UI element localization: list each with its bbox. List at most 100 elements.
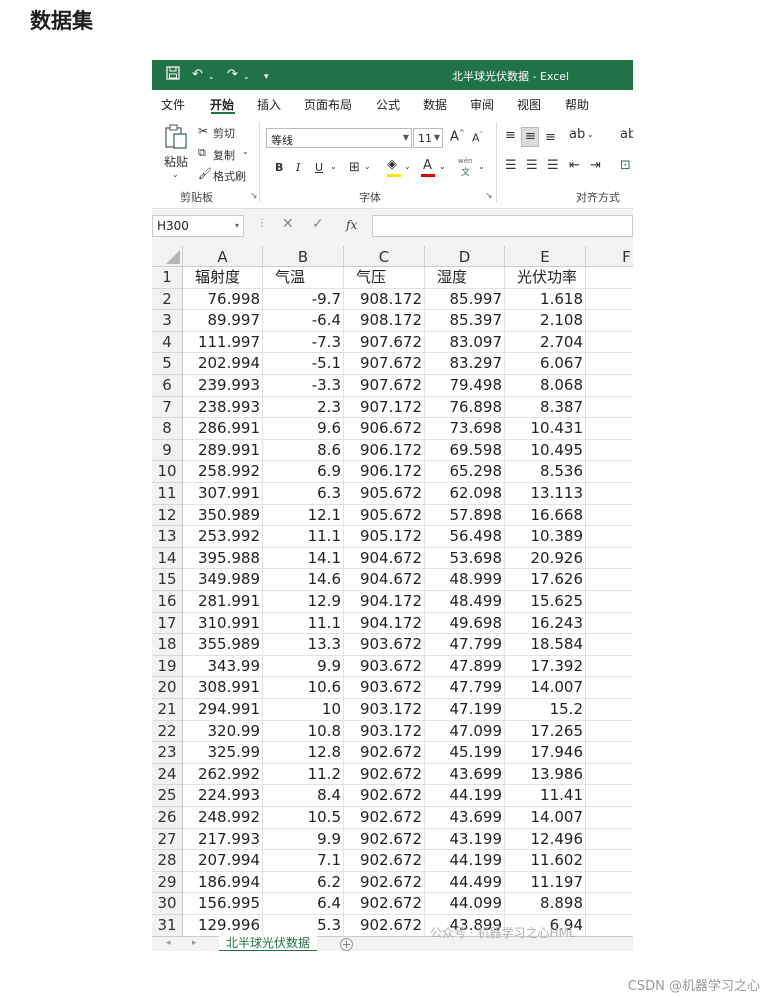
cell[interactable]: 343.99 (183, 655, 263, 678)
cell[interactable]: 73.698 (425, 418, 505, 440)
row-header[interactable]: 4 (152, 331, 183, 354)
cell[interactable]: 65.298 (425, 461, 505, 483)
column-header-b[interactable]: B (263, 246, 344, 267)
cell[interactable]: 294.991 (183, 699, 263, 721)
cell[interactable]: 6.4 (263, 893, 344, 915)
cell[interactable]: 6.067 (505, 353, 586, 375)
cell[interactable]: 5.3 (263, 915, 344, 936)
cell[interactable]: 13.986 (505, 763, 586, 786)
cell[interactable]: 14.007 (505, 677, 586, 699)
cell[interactable] (586, 829, 633, 851)
header-cell[interactable]: 气温 (263, 267, 344, 289)
cell[interactable]: 903.672 (344, 677, 425, 699)
italic-button[interactable]: I (296, 161, 300, 174)
align-left-icon[interactable]: ☰ (505, 158, 517, 173)
phonetic-dropdown-icon[interactable]: ⌄ (478, 162, 485, 171)
cell[interactable]: 8.387 (505, 396, 586, 419)
cell[interactable]: 10 (263, 699, 344, 721)
spreadsheet-grid[interactable]: A B C D E F 1 辐射度 气温 气压 湿度 光伏功率 2 76.998 -9.7 908… (152, 246, 633, 936)
bold-button[interactable]: B (275, 161, 283, 174)
row-header[interactable]: 8 (152, 418, 183, 440)
paste-dropdown-icon[interactable]: ⌄ (172, 170, 179, 179)
tab-home[interactable]: 开始 (210, 96, 234, 113)
cell[interactable]: 395.988 (183, 547, 263, 570)
cell[interactable] (586, 418, 633, 440)
grow-font-button[interactable]: A^ (450, 129, 465, 144)
cell[interactable]: 8.068 (505, 375, 586, 397)
cell[interactable]: 10.389 (505, 526, 586, 548)
cancel-entry-icon[interactable]: ✕ (282, 216, 294, 232)
cell[interactable]: 14.6 (263, 569, 344, 591)
decrease-indent-icon[interactable]: ⇤ (569, 158, 580, 173)
cell[interactable]: 43.699 (425, 807, 505, 829)
font-size-select[interactable]: 11 ▼ (413, 128, 443, 148)
name-box[interactable]: H300 ▾ (152, 215, 244, 237)
cell[interactable] (586, 677, 633, 699)
cell[interactable]: 69.598 (425, 439, 505, 462)
row-header[interactable]: 5 (152, 353, 183, 375)
row-header[interactable]: 10 (152, 461, 183, 483)
row-header[interactable]: 17 (152, 612, 183, 635)
formula-input[interactable] (372, 215, 633, 237)
row-header[interactable]: 11 (152, 483, 183, 505)
cell[interactable]: 11.2 (263, 763, 344, 786)
cell[interactable]: 1.618 (505, 288, 586, 311)
row-header[interactable]: 12 (152, 504, 183, 527)
cell[interactable]: 9.6 (263, 418, 344, 440)
cell[interactable]: 904.172 (344, 612, 425, 635)
cell[interactable]: 17.265 (505, 720, 586, 743)
cell[interactable]: 258.992 (183, 461, 263, 483)
cell[interactable] (586, 397, 633, 419)
cell[interactable]: 904.672 (344, 547, 425, 570)
cell[interactable]: 12.496 (505, 828, 586, 851)
cell[interactable]: 16.668 (505, 504, 586, 527)
row-header[interactable]: 16 (152, 591, 183, 613)
header-cell[interactable]: 湿度 (425, 267, 505, 289)
cell[interactable]: 17.946 (505, 742, 586, 764)
align-right-icon[interactable]: ☰ (547, 158, 559, 173)
cell[interactable]: 44.499 (425, 871, 505, 894)
cell[interactable]: 47.199 (425, 699, 505, 721)
font-color-button[interactable]: A (423, 158, 432, 173)
align-middle-button[interactable]: ≡ (521, 127, 539, 147)
tab-view[interactable]: 视图 (517, 96, 541, 113)
fill-color-icon[interactable]: ◈ (387, 157, 397, 172)
cell[interactable] (586, 915, 633, 936)
increase-indent-icon[interactable]: ⇥ (590, 158, 601, 173)
cell[interactable]: -7.3 (263, 331, 344, 354)
cell[interactable]: 902.672 (344, 807, 425, 829)
cell[interactable]: 85.997 (425, 288, 505, 311)
cell[interactable]: -5.1 (263, 353, 344, 375)
cell[interactable] (586, 807, 633, 829)
cell[interactable] (586, 375, 633, 397)
column-header-e[interactable]: E (505, 246, 586, 267)
row-header[interactable]: 7 (152, 396, 183, 419)
cell[interactable]: 238.993 (183, 396, 263, 419)
cell[interactable] (586, 505, 633, 527)
customize-icon[interactable]: ▾ (264, 68, 269, 86)
row-header[interactable]: 23 (152, 742, 183, 764)
cell[interactable]: 907.672 (344, 353, 425, 375)
cell[interactable]: 903.672 (344, 655, 425, 678)
wrap-text-icon[interactable]: ab (620, 127, 633, 142)
font-color-dropdown-icon[interactable]: ⌄ (439, 162, 446, 171)
borders-icon[interactable]: ⊞ (349, 160, 360, 175)
cell[interactable]: 281.991 (183, 591, 263, 613)
tab-data[interactable]: 数据 (423, 96, 447, 113)
cell[interactable]: 902.672 (344, 915, 425, 936)
cell[interactable] (586, 526, 633, 548)
cell[interactable]: 11.41 (505, 785, 586, 807)
cell[interactable]: 47.099 (425, 720, 505, 743)
cell[interactable]: 18.584 (505, 634, 586, 656)
cell[interactable] (586, 893, 633, 915)
cell[interactable]: 6.3 (263, 483, 344, 505)
cell[interactable]: 325.99 (183, 742, 263, 764)
cell[interactable]: 57.898 (425, 504, 505, 527)
cell[interactable]: 10.6 (263, 677, 344, 699)
cell[interactable]: 76.998 (183, 288, 263, 311)
orientation-dropdown-icon[interactable]: ⌄ (587, 130, 594, 139)
cell[interactable]: -6.4 (263, 310, 344, 332)
add-sheet-button[interactable]: + (340, 938, 353, 951)
header-cell[interactable]: 气压 (344, 267, 425, 289)
next-sheet-icon[interactable]: ▸ (192, 938, 197, 948)
